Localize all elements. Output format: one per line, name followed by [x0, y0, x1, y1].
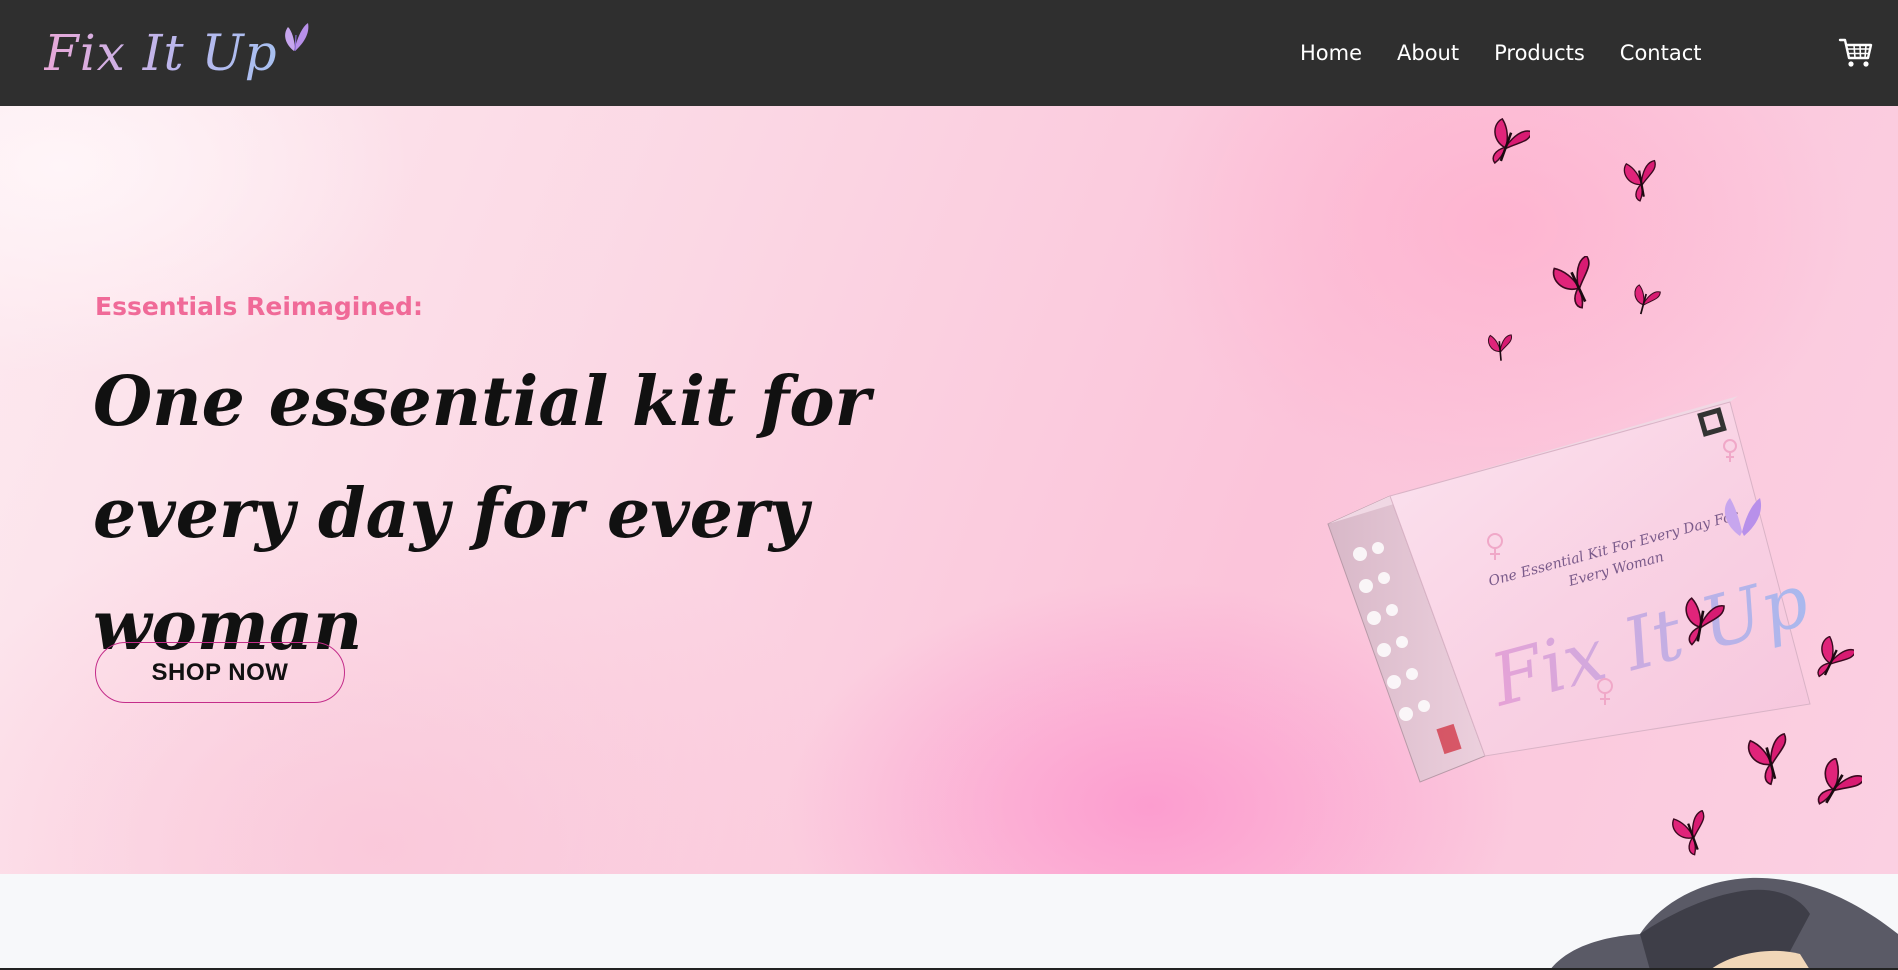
next-section-preview [0, 874, 1898, 970]
butterfly-icon [1685, 597, 1725, 646]
butterfly-icon [1487, 334, 1513, 361]
shopping-cart-icon[interactable] [1838, 36, 1874, 70]
butterfly-icon [1672, 810, 1705, 856]
nav-contact-link[interactable]: Contact [1620, 41, 1702, 65]
logo-text: Fix It Up [44, 24, 278, 82]
hero-section: Essentials Reimagined: One essential kit… [0, 106, 1898, 874]
butterfly-icon [1747, 732, 1787, 786]
illustration-figure [1550, 877, 1898, 970]
site-logo[interactable]: Fix It Up [44, 18, 310, 88]
hero-tagline: Essentials Reimagined: [95, 292, 423, 321]
hero-headline: One essential kit for every day for ever… [93, 346, 913, 682]
butterfly-logo-icon [284, 23, 309, 52]
nav-products-link[interactable]: Products [1494, 41, 1585, 65]
butterfly-icon [1552, 256, 1590, 309]
main-nav: Home About Products Contact [1300, 0, 1737, 106]
shop-now-button[interactable]: SHOP NOW [95, 642, 345, 703]
butterfly-icon [1817, 636, 1854, 678]
butterfly-icon [1492, 118, 1530, 165]
butterfly-icon [1817, 758, 1862, 805]
butterfly-icon [1623, 159, 1656, 202]
product-kit-image: One Essential Kit For Every Day For Ever… [1327, 396, 1817, 783]
nav-home-link[interactable]: Home [1300, 41, 1362, 65]
top-navbar: Fix It Up Home About Products Contact [0, 0, 1898, 106]
butterfly-icon [1634, 284, 1661, 315]
hero-headline-line1: One essential kit for [93, 362, 871, 442]
nav-about-link[interactable]: About [1397, 41, 1459, 65]
